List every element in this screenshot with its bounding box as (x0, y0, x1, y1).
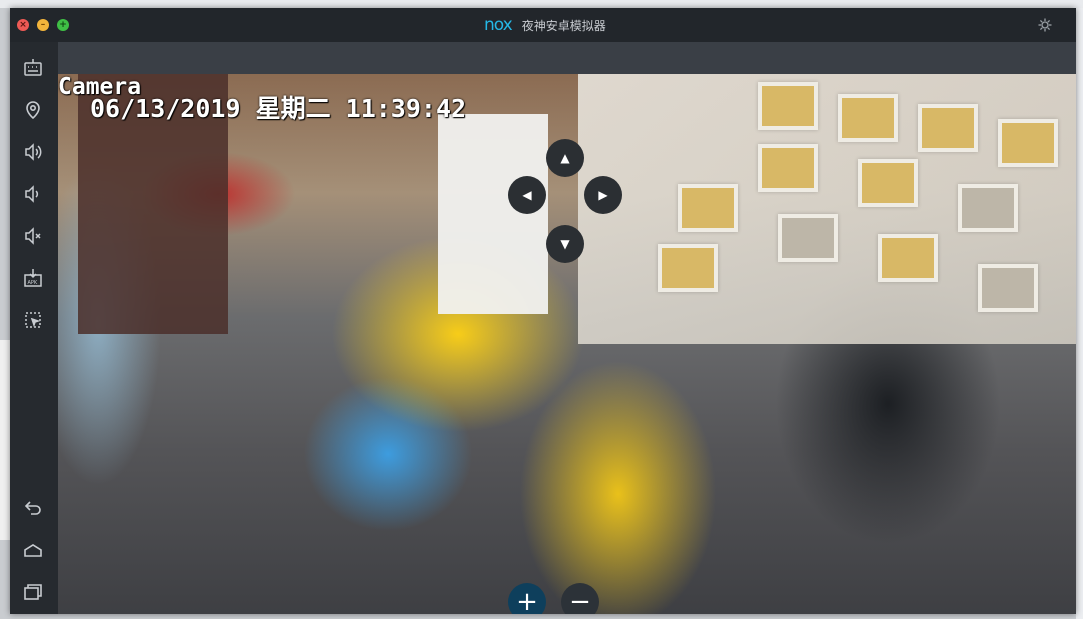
volume-down-icon (25, 185, 39, 203)
camera-scene-plaque (678, 184, 738, 232)
window-title: 夜神安卓模拟器 (521, 18, 606, 33)
arrow-down-icon: ▼ (560, 237, 570, 251)
nox-logo: nox (484, 15, 513, 35)
pan-right-button[interactable]: ▶ (584, 176, 622, 214)
camera-scene-plaque (878, 234, 938, 282)
multi-instance-button[interactable] (21, 308, 45, 332)
camera-scene-plaque (658, 244, 718, 292)
desktop-background-right (1076, 8, 1083, 619)
camera-view[interactable]: 06/13/2019 星期二 11:39:42 Camera ▲ ◀ ▶ ▼ +… (58, 74, 1076, 614)
camera-scene-plaque (758, 82, 818, 130)
camera-scene-plaque (998, 119, 1058, 167)
recent-apps-button[interactable] (21, 580, 45, 604)
volume-up-icon (25, 143, 42, 161)
camera-scene-plaque (858, 159, 918, 207)
desktop-background-left (0, 340, 10, 540)
svg-text:APK: APK (28, 280, 38, 286)
emulator-toolbar: APK (10, 42, 58, 614)
close-icon: × (19, 20, 27, 30)
camera-scene-plaque (958, 184, 1018, 232)
multi-instance-icon (25, 312, 41, 328)
pan-down-button[interactable]: ▼ (546, 225, 584, 263)
camera-scene-plaque (758, 144, 818, 192)
pan-up-button[interactable]: ▲ (546, 139, 584, 177)
camera-scene-plaque (838, 94, 898, 142)
apk-install-icon: APK (24, 269, 42, 287)
minimize-icon: – (40, 20, 46, 30)
home-icon (24, 544, 42, 557)
minimize-button[interactable]: – (37, 19, 49, 31)
home-button[interactable] (21, 538, 45, 562)
location-icon (26, 101, 40, 120)
close-button[interactable]: × (17, 19, 29, 31)
camera-scene-plaque (778, 214, 838, 262)
back-icon (24, 501, 41, 515)
camera-timestamp: 06/13/2019 星期二 11:39:42 (90, 89, 466, 125)
app-top-bar (58, 42, 1076, 74)
arrow-right-icon: ▶ (598, 188, 608, 202)
location-button[interactable] (21, 98, 45, 122)
emulator-window: × – + nox 夜神安卓模拟器 APK 06/13/2019 星期二 11:… (10, 8, 1076, 614)
arrow-left-icon: ◀ (522, 188, 532, 202)
title-bar[interactable]: × – + nox 夜神安卓模拟器 (10, 8, 1076, 42)
camera-weekday: 星期二 (255, 94, 331, 123)
mute-button[interactable] (21, 224, 45, 248)
arrow-up-icon: ▲ (560, 151, 570, 165)
volume-down-button[interactable] (21, 182, 45, 206)
zoom-in-button[interactable]: + (508, 583, 546, 614)
pan-left-button[interactable]: ◀ (508, 176, 546, 214)
back-button[interactable] (21, 496, 45, 520)
mute-icon (25, 227, 41, 245)
minus-icon: − (569, 587, 591, 614)
apk-install-button[interactable]: APK (21, 266, 45, 290)
gear-icon[interactable] (1038, 18, 1052, 32)
desktop-background (0, 0, 1083, 8)
zoom-out-button[interactable]: − (561, 583, 599, 614)
camera-time: 11:39:42 (345, 94, 467, 123)
volume-up-button[interactable] (21, 140, 45, 164)
camera-label: Camera (58, 74, 142, 100)
window-title-group: nox 夜神安卓模拟器 (484, 15, 606, 35)
camera-scene-plaque (978, 264, 1038, 312)
keyboard-icon (24, 59, 42, 76)
camera-scene-plaque (918, 104, 978, 152)
recent-apps-icon (24, 584, 42, 600)
maximize-button[interactable]: + (57, 19, 69, 31)
plus-icon: + (516, 587, 538, 614)
keyboard-button[interactable] (21, 56, 45, 80)
maximize-icon: + (59, 20, 67, 30)
camera-scene-whiteboard (438, 114, 548, 314)
